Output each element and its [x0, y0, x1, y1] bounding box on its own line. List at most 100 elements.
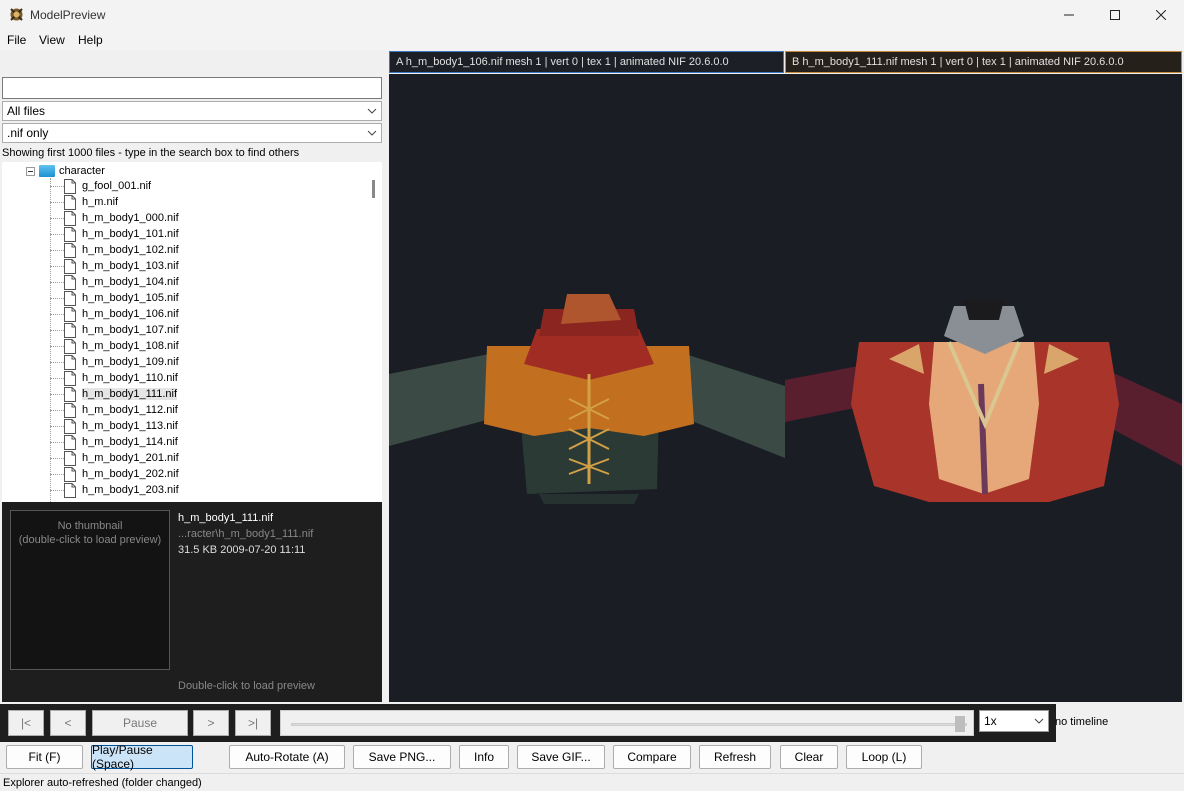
file-icon: [64, 338, 76, 354]
tree-file-item[interactable]: h_m_body1_203.nif: [50, 482, 179, 498]
minimize-icon: [1064, 14, 1074, 16]
tree-file-label: h_m_body1_114.nif: [82, 436, 178, 448]
extension-filter-value: .nif only: [7, 126, 49, 140]
file-info-panel: No thumbnail (double-click to load previ…: [2, 502, 382, 702]
collapse-icon[interactable]: [26, 166, 35, 176]
app-logo-icon: [10, 8, 23, 21]
file-icon: [64, 466, 76, 482]
model-render: [389, 294, 1182, 504]
tree-guide-dash: [50, 361, 64, 363]
first-frame-button[interactable]: |<: [8, 710, 44, 736]
tree-file-label: h_m_body1_109.nif: [82, 356, 179, 368]
close-button[interactable]: [1138, 0, 1184, 30]
viewport-a-header[interactable]: A h_m_body1_106.nif mesh 1 | vert 0 | te…: [389, 51, 784, 73]
tree-file-item[interactable]: h_m_body1_111.nif: [50, 386, 177, 402]
speed-select[interactable]: 1x: [979, 710, 1049, 732]
tree-file-item[interactable]: h_m_body1_113.nif: [50, 418, 178, 434]
pause-button[interactable]: Pause: [92, 710, 188, 736]
timeline-thumb[interactable]: [955, 716, 965, 732]
tree-file-item[interactable]: h_m_body1_109.nif: [50, 354, 179, 370]
tree-guide-dash: [50, 185, 64, 187]
folder-icon: [39, 165, 55, 177]
next-frame-button[interactable]: >: [193, 710, 229, 736]
file-icon: [64, 322, 76, 338]
tree-file-label: h_m_body1_111.nif: [82, 388, 177, 400]
prev-frame-button[interactable]: <: [50, 710, 86, 736]
tree-file-item[interactable]: h_m_body1_105.nif: [50, 290, 179, 306]
menu-bar: File View Help: [0, 30, 1184, 50]
tree-file-item[interactable]: h_m_body1_112.nif: [50, 402, 178, 418]
tree-file-label: h_m_body1_102.nif: [82, 244, 179, 256]
menu-file[interactable]: File: [7, 33, 26, 47]
scrollbar-thumb[interactable]: [372, 180, 375, 198]
file-icon: [64, 354, 76, 370]
tree-file-item[interactable]: h_m_body1_107.nif: [50, 322, 179, 338]
tree-file-item[interactable]: h_m_body1_102.nif: [50, 242, 179, 258]
tree-file-item[interactable]: h_m_body1_108.nif: [50, 338, 179, 354]
tree-guide-dash: [50, 297, 64, 299]
chevron-down-icon: [367, 130, 377, 136]
tree-file-label: h_m_body1_112.nif: [82, 404, 178, 416]
clear-button[interactable]: Clear: [780, 745, 838, 769]
tree-file-label: h_m_body1_202.nif: [82, 468, 179, 480]
file-icon: [64, 482, 76, 498]
tree-file-item[interactable]: h_m_body1_201.nif: [50, 450, 179, 466]
chevron-down-icon: [367, 108, 377, 114]
tree-scrollbar[interactable]: [366, 162, 382, 502]
tree-guide-dash: [50, 473, 64, 475]
file-icon: [64, 386, 76, 402]
model-viewport[interactable]: [389, 74, 1182, 702]
tree-file-item[interactable]: h_m_body1_101.nif: [50, 226, 179, 242]
search-input[interactable]: [2, 77, 382, 99]
thumbnail-box[interactable]: No thumbnail (double-click to load previ…: [10, 510, 170, 670]
fit-button[interactable]: Fit (F): [6, 745, 83, 769]
file-filter-select[interactable]: All files: [2, 101, 382, 121]
savepng-button[interactable]: Save PNG...: [353, 745, 451, 769]
minimize-button[interactable]: [1046, 0, 1092, 30]
tree-folder-character[interactable]: character: [26, 163, 105, 179]
maximize-icon: [1110, 10, 1120, 20]
tree-file-item[interactable]: h_m_body1_000.nif: [50, 210, 179, 226]
tree-file-item[interactable]: g_fool_001.nif: [50, 178, 151, 194]
info-file-path: ...racter\h_m_body1_111.nif: [178, 528, 314, 540]
tree-file-item[interactable]: h_m_body1_202.nif: [50, 466, 179, 482]
tree-file-item[interactable]: h_m_body1_103.nif: [50, 258, 179, 274]
tree-guide-dash: [50, 217, 64, 219]
tree-file-item[interactable]: h_m_body1_110.nif: [50, 370, 178, 386]
file-icon: [64, 402, 76, 418]
file-icon: [64, 370, 76, 386]
info-button[interactable]: Info: [459, 745, 509, 769]
tree-file-item[interactable]: h_m_body1_104.nif: [50, 274, 179, 290]
status-bar: Explorer auto-refreshed (folder changed): [0, 773, 1184, 791]
timeline-status: no timeline: [1055, 716, 1109, 728]
savegif-button[interactable]: Save GIF...: [517, 745, 605, 769]
tree-guide-dash: [50, 313, 64, 315]
file-icon: [64, 418, 76, 434]
tree-file-item[interactable]: h_m.nif: [50, 194, 118, 210]
tree-file-label: h_m_body1_113.nif: [82, 420, 178, 432]
extension-filter-select[interactable]: .nif only: [2, 123, 382, 143]
menu-help[interactable]: Help: [78, 33, 103, 47]
file-icon: [64, 274, 76, 290]
compare-button[interactable]: Compare: [613, 745, 691, 769]
autorotate-button[interactable]: Auto-Rotate (A): [229, 745, 345, 769]
file-icon: [64, 242, 76, 258]
loop-button[interactable]: Loop (L): [846, 745, 922, 769]
tree-guide-dash: [50, 281, 64, 283]
maximize-button[interactable]: [1092, 0, 1138, 30]
timeline-slider[interactable]: [280, 710, 974, 736]
tree-file-label: h_m.nif: [82, 196, 119, 208]
file-icon: [64, 178, 76, 194]
tree-guide-dash: [50, 249, 64, 251]
file-icon: [64, 226, 76, 242]
refresh-button[interactable]: Refresh: [699, 745, 771, 769]
tree-file-item[interactable]: h_m_body1_114.nif: [50, 434, 178, 450]
viewport-b-header[interactable]: B h_m_body1_111.nif mesh 1 | vert 0 | te…: [785, 51, 1182, 73]
timeline-track: [291, 723, 967, 726]
playpause-button[interactable]: Play/Pause (Space): [91, 743, 193, 771]
menu-view[interactable]: View: [39, 33, 65, 47]
file-tree[interactable]: character g_fool_001.nif h_m.nif h_m_body1…: [2, 162, 366, 502]
last-frame-button[interactable]: >|: [235, 710, 271, 736]
tree-file-item[interactable]: h_m_body1_106.nif: [50, 306, 179, 322]
tree-file-label: h_m_body1_000.nif: [82, 212, 179, 224]
